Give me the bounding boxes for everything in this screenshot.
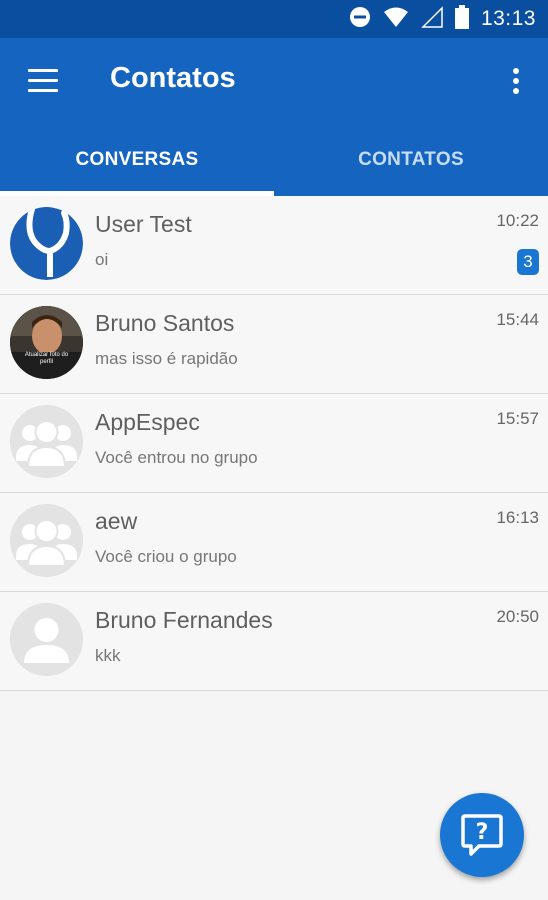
logo-avatar [10, 207, 83, 280]
message-time: 10:22 [496, 211, 539, 230]
contact-name: User Test [95, 211, 192, 237]
conversation-row[interactable]: AppEspec Você entrou no grupo 15:57 [0, 394, 548, 493]
message-time: 20:50 [496, 607, 539, 626]
message-preview: Você criou o grupo [95, 547, 237, 566]
tab-bar: CONVERSAS CONTATOS [0, 124, 548, 196]
conversation-row[interactable]: Atualizar foto do perfil Bruno Santos ma… [0, 295, 548, 394]
help-fab-button[interactable]: ? [440, 793, 524, 877]
message-preview: oi [95, 250, 109, 269]
message-preview: Você entrou no grupo [95, 448, 258, 467]
tab-conversas[interactable]: CONVERSAS [0, 124, 274, 196]
group-avatar-icon [10, 405, 83, 478]
help-chat-icon: ? [461, 814, 503, 856]
contact-name: Bruno Santos [95, 310, 235, 336]
status-bar: 13:13 [0, 0, 548, 38]
message-time: 15:44 [496, 310, 539, 329]
message-time: 16:13 [496, 508, 539, 527]
group-avatar-icon [10, 504, 83, 577]
person-avatar-icon [10, 603, 83, 676]
wifi-icon [383, 6, 409, 33]
conversation-list: User Test oi 10:22 3 Atualizar foto do p… [0, 196, 548, 691]
conversation-row[interactable]: User Test oi 10:22 3 [0, 196, 548, 295]
do-not-disturb-icon [349, 6, 371, 33]
contact-name: AppEspec [95, 409, 200, 435]
page-title: Contatos [110, 62, 236, 94]
tab-contatos[interactable]: CONTATOS [274, 124, 548, 196]
message-preview: mas isso é rapidão [95, 349, 238, 368]
status-icons: 13:13 [349, 0, 536, 38]
unread-badge: 3 [517, 249, 539, 275]
conversation-row[interactable]: aew Você criou o grupo 16:13 [0, 493, 548, 592]
photo-avatar: Atualizar foto do perfil [10, 306, 83, 379]
signal-icon [421, 5, 443, 33]
contact-name: Bruno Fernandes [95, 607, 273, 633]
status-time: 13:13 [480, 7, 536, 30]
avatar-caption: Atualizar foto do perfil [24, 352, 69, 365]
message-time: 15:57 [496, 409, 539, 428]
hamburger-menu-icon[interactable] [26, 67, 60, 95]
message-preview: kkk [95, 646, 121, 665]
app-bar: Contatos [0, 38, 548, 124]
conversation-row[interactable]: Bruno Fernandes kkk 20:50 [0, 592, 548, 691]
contact-name: aew [95, 508, 138, 534]
help-symbol: ? [476, 820, 489, 845]
more-vert-icon[interactable] [506, 64, 526, 98]
battery-icon [454, 4, 469, 34]
